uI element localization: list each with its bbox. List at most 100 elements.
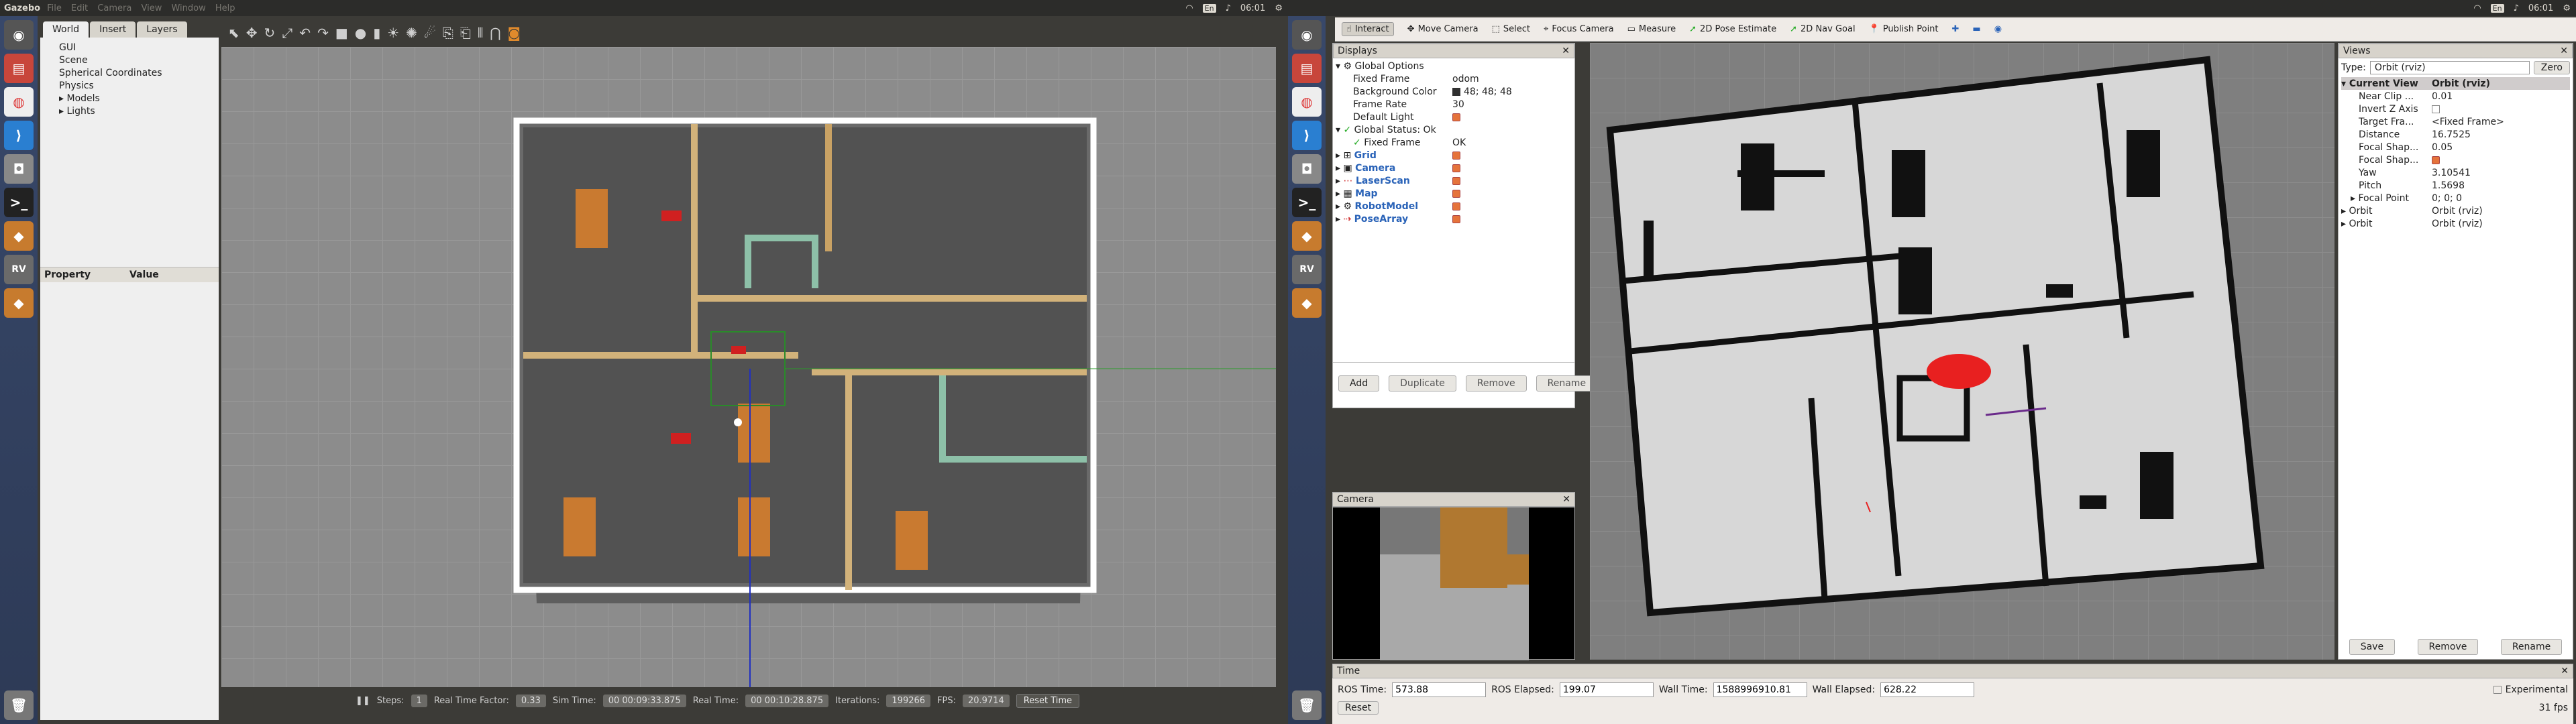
add-button[interactable]: Add xyxy=(1338,375,1380,391)
rviz-icon[interactable]: RV xyxy=(4,255,34,284)
scale-mode-icon[interactable]: ⤢ xyxy=(282,25,292,41)
menu-help[interactable]: Help xyxy=(215,3,235,13)
display-row[interactable]: ▸ ⋯ LaserScan xyxy=(1336,174,1572,187)
checkbox[interactable] xyxy=(1452,164,1460,172)
volume-icon[interactable]: ♪ xyxy=(1226,3,1231,13)
robot-model[interactable] xyxy=(2046,284,2073,298)
tool-focus-camera[interactable]: ⌖ Focus Camera xyxy=(1544,24,1614,34)
align-icon[interactable]: ⫴ xyxy=(478,25,483,41)
camera-app-icon[interactable]: ◘ xyxy=(1292,154,1322,184)
camera-app-icon[interactable]: ◘ xyxy=(4,154,34,184)
tool-publish-point[interactable]: 📍 Publish Point xyxy=(1869,24,1939,34)
display-row[interactable]: Frame Rate 30 xyxy=(1336,98,1572,111)
display-row[interactable]: ✓ Fixed Frame OK xyxy=(1336,136,1572,149)
tree-item-gui[interactable]: GUI xyxy=(46,42,213,54)
paste-icon[interactable]: ⎗ xyxy=(460,25,471,41)
sun-icon[interactable]: ☀ xyxy=(387,25,399,41)
checkbox[interactable] xyxy=(2432,156,2440,164)
rviz-3d-view[interactable] xyxy=(1590,43,2334,660)
robot[interactable] xyxy=(671,433,691,444)
display-row[interactable]: ▸ ⇢ PoseArray xyxy=(1336,213,1572,225)
menu-edit[interactable]: Edit xyxy=(71,3,88,13)
vscode-icon[interactable]: ⟩ xyxy=(4,121,34,150)
screenshot-icon[interactable]: ◙ xyxy=(508,25,521,41)
vscode-icon[interactable]: ⟩ xyxy=(1292,121,1322,150)
checkbox[interactable] xyxy=(2432,105,2440,113)
tool-select[interactable]: ⬚ Select xyxy=(1492,24,1530,34)
tab-insert[interactable]: Insert xyxy=(90,21,136,38)
tree-item-physics[interactable]: Physics xyxy=(46,80,213,93)
tool-measure[interactable]: ▭ Measure xyxy=(1627,24,1676,34)
redo-icon[interactable]: ↷ xyxy=(317,25,329,41)
robot[interactable] xyxy=(661,210,682,221)
clock[interactable]: 06:01 xyxy=(2528,3,2553,13)
remove-button[interactable]: Remove xyxy=(1465,375,1527,391)
view-row[interactable]: Invert Z Axis xyxy=(2341,103,2570,115)
gazebo-icon[interactable]: ◆ xyxy=(1292,221,1322,251)
view-row[interactable]: ▸ Orbit Orbit (rviz) xyxy=(2341,204,2570,217)
tree-item-spherical[interactable]: Spherical Coordinates xyxy=(46,67,213,80)
gear-icon[interactable]: ⚙ xyxy=(2563,3,2571,13)
gazebo-icon[interactable]: ◆ xyxy=(4,221,34,251)
wall-elapsed-field[interactable] xyxy=(1880,682,1975,697)
display-row[interactable]: ▾ ⚙ Global Options xyxy=(1336,60,1572,72)
close-icon[interactable]: ✕ xyxy=(2561,666,2569,676)
close-icon[interactable]: ✕ xyxy=(1562,494,1570,505)
view-row[interactable]: Focal Shap... xyxy=(2341,154,2570,166)
views-type-select[interactable]: Orbit (rviz) xyxy=(2369,61,2530,74)
trash-icon[interactable]: 🗑 xyxy=(4,690,34,720)
rename-view-button[interactable]: Rename xyxy=(2500,639,2563,655)
view-row[interactable]: Distance 16.7525 xyxy=(2341,128,2570,141)
checkbox[interactable] xyxy=(1452,215,1460,223)
view-row[interactable]: ▸ Orbit Orbit (rviz) xyxy=(2341,217,2570,230)
checkbox[interactable] xyxy=(1452,202,1460,210)
menu-file[interactable]: File xyxy=(47,3,62,13)
volume-icon[interactable]: ♪ xyxy=(2514,3,2519,13)
gazebo-3d-view[interactable] xyxy=(221,47,1276,687)
display-row[interactable]: ▾ ✓ Global Status: Ok xyxy=(1336,123,1572,136)
display-row[interactable]: ▸ ▦ Map xyxy=(1336,187,1572,200)
remove-view-button[interactable]: Remove xyxy=(2417,639,2479,655)
checkbox[interactable] xyxy=(1452,176,1460,185)
undo-icon[interactable]: ↶ xyxy=(299,25,311,41)
reset-time-button[interactable]: Reset Time xyxy=(1016,693,1080,708)
display-row[interactable]: ▸ ▣ Camera xyxy=(1336,162,1572,174)
expand-icon[interactable]: ▸ xyxy=(59,93,66,104)
wifi-icon[interactable]: ◠ xyxy=(2473,3,2481,13)
dash-icon[interactable]: ◉ xyxy=(4,20,34,50)
view-row[interactable]: Near Clip ... 0.01 xyxy=(2341,90,2570,103)
gazebo2-icon[interactable]: ◆ xyxy=(1292,288,1322,318)
steps-field[interactable]: 1 xyxy=(411,694,427,707)
keyboard-layout-icon[interactable]: En xyxy=(1202,3,1216,13)
reset-button[interactable]: Reset xyxy=(1338,701,1379,715)
rviz-icon[interactable]: RV xyxy=(1292,255,1322,284)
display-row[interactable]: Default Light xyxy=(1336,111,1572,123)
dash-icon[interactable]: ◉ xyxy=(1292,20,1322,50)
checkbox[interactable] xyxy=(2493,686,2502,694)
rename-button[interactable]: Rename xyxy=(1536,375,1598,391)
ros-time-field[interactable] xyxy=(1392,682,1487,697)
tool-2d-nav-goal[interactable]: ➚ 2D Nav Goal xyxy=(1790,24,1855,34)
wall-time-field[interactable] xyxy=(1713,682,1807,697)
tool-move-camera[interactable]: ✥ Move Camera xyxy=(1407,24,1479,34)
chrome-icon[interactable]: ◍ xyxy=(1292,87,1322,117)
spotlight-icon[interactable]: ☄ xyxy=(424,25,436,41)
duplicate-button[interactable]: Duplicate xyxy=(1389,375,1456,391)
display-row[interactable]: ▸ ⚙ RobotModel xyxy=(1336,200,1572,213)
tool-interact[interactable]: ☝ Interact xyxy=(1342,22,1394,36)
tool-2d-pose-estimate[interactable]: ➚ 2D Pose Estimate xyxy=(1689,24,1776,34)
translate-mode-icon[interactable]: ✥ xyxy=(246,25,258,41)
robot-model[interactable] xyxy=(2080,495,2106,509)
files-icon[interactable]: ▤ xyxy=(4,54,34,83)
terminal-icon[interactable]: >_ xyxy=(1292,188,1322,217)
expand-icon[interactable]: ▸ xyxy=(59,106,66,117)
zero-button[interactable]: Zero xyxy=(2533,61,2570,74)
menu-camera[interactable]: Camera xyxy=(97,3,131,13)
sphere-icon[interactable]: ● xyxy=(355,25,366,41)
close-icon[interactable]: ✕ xyxy=(2560,46,2568,56)
terminal-icon[interactable]: >_ xyxy=(4,188,34,217)
experimental-toggle[interactable]: Experimental xyxy=(2493,684,2568,695)
tree-item-scene[interactable]: Scene xyxy=(46,54,213,67)
checkbox[interactable] xyxy=(1452,151,1460,160)
menu-window[interactable]: Window xyxy=(171,3,205,13)
